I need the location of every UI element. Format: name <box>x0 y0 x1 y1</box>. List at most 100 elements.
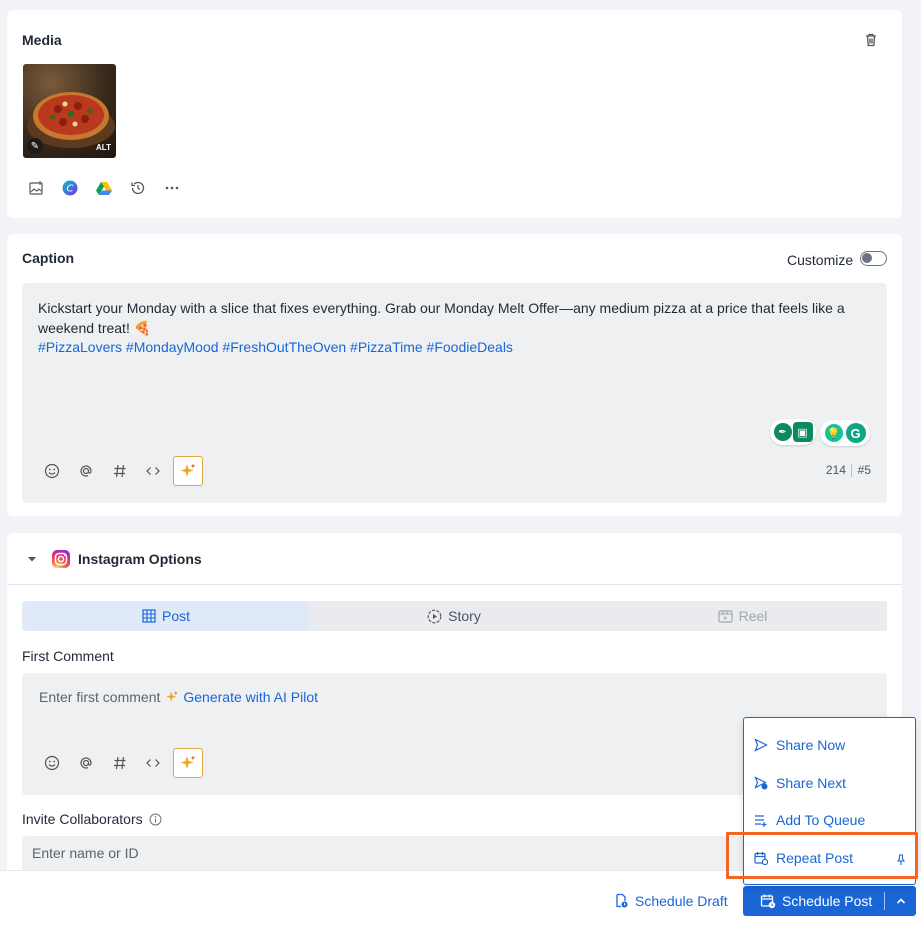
instagram-options-title: Instagram Options <box>78 551 202 567</box>
tab-reel-label: Reel <box>738 608 768 624</box>
media-title: Media <box>22 32 62 48</box>
extension-badges: ✒ ▣ 💡 G <box>770 419 870 447</box>
caption-hashtags: #PizzaLovers #MondayMood #FreshOutTheOve… <box>38 339 513 355</box>
add-to-queue-label: Add To Queue <box>776 812 866 828</box>
media-thumbnail[interactable]: ✎ ALT <box>23 64 116 158</box>
tab-reel[interactable]: Reel <box>599 602 886 630</box>
hashtag-button[interactable] <box>109 752 131 774</box>
emoji-icon <box>44 463 60 479</box>
first-comment-placeholder: Enter first comment <box>39 689 161 705</box>
send-icon <box>754 738 768 752</box>
history-icon <box>131 181 145 195</box>
tab-story[interactable]: Story <box>310 602 598 630</box>
post-type-tabs: Post Story Reel <box>22 601 887 631</box>
schedule-options-toggle[interactable] <box>885 886 916 916</box>
media-card: Media ✎ ALT C <box>7 10 902 218</box>
code-icon <box>146 759 160 767</box>
schedule-post-label: Schedule Post <box>782 893 873 909</box>
invite-input-placeholder: Enter name or ID <box>32 845 139 861</box>
schedule-calendar-icon <box>760 894 776 909</box>
canva-button[interactable]: C <box>59 177 81 199</box>
ai-assist-button[interactable] <box>173 748 203 778</box>
schedule-post-button[interactable]: Schedule Post <box>743 886 884 916</box>
generate-ai-link[interactable]: Generate with AI Pilot <box>183 689 318 705</box>
caption-editor[interactable]: Kickstart your Monday with a slice that … <box>22 283 887 503</box>
google-drive-icon <box>96 182 112 195</box>
trash-icon <box>866 33 876 47</box>
code-button[interactable] <box>142 752 164 774</box>
reel-icon <box>717 609 733 623</box>
invite-collaborators-row: Invite Collaborators <box>22 811 162 827</box>
collapse-caret-icon <box>28 557 36 562</box>
grid-icon <box>142 609 156 623</box>
schedule-draft-button[interactable]: Schedule Draft <box>613 891 728 911</box>
google-drive-button[interactable] <box>93 177 115 199</box>
caption-card: Caption Customize Kickstart your Monday … <box>7 234 902 516</box>
instagram-icon <box>52 550 70 568</box>
hashtag-icon <box>114 464 126 478</box>
schedule-options-menu: Share Now Share Next Add To Queue Repeat… <box>743 717 916 885</box>
grammarly-badge[interactable]: 💡 G <box>820 420 870 446</box>
tab-post-label: Post <box>161 608 190 624</box>
svg-text:C: C <box>67 184 74 195</box>
caption-text[interactable]: Kickstart your Monday with a slice that … <box>38 299 868 358</box>
emoji-button[interactable] <box>41 460 63 482</box>
char-count: 214 <box>825 463 846 477</box>
share-now-label: Share Now <box>776 737 846 753</box>
hashtag-icon <box>114 756 126 770</box>
mention-icon <box>80 757 92 769</box>
menu-item-repeat-post[interactable]: Repeat Post <box>744 840 904 876</box>
pin-icon[interactable] <box>896 854 906 866</box>
hashtag-button[interactable] <box>109 460 131 482</box>
repeat-post-label: Repeat Post <box>776 850 854 866</box>
schedule-draft-label: Schedule Draft <box>635 893 728 909</box>
menu-item-add-to-queue[interactable]: Add To Queue <box>744 802 914 838</box>
code-button[interactable] <box>142 460 164 482</box>
grammarly-icon: G <box>845 423 866 443</box>
upload-image-button[interactable] <box>25 177 47 199</box>
counter-divider <box>851 464 853 478</box>
caption-title: Caption <box>22 250 75 266</box>
mention-button[interactable] <box>75 752 97 774</box>
menu-item-share-now[interactable]: Share Now <box>744 727 914 763</box>
story-icon <box>427 609 442 623</box>
send-clock-icon <box>754 776 768 790</box>
first-comment-placeholder-row: Enter first comment Generate with AI Pil… <box>39 689 318 705</box>
hashtag-count: #5 <box>857 463 871 477</box>
sparkle-icon <box>180 463 196 477</box>
first-comment-label: First Comment <box>22 648 114 664</box>
more-options-button[interactable] <box>161 177 183 199</box>
menu-item-share-next[interactable]: Share Next <box>744 765 914 801</box>
instagram-options-header[interactable]: Instagram Options <box>7 533 902 585</box>
emoji-icon <box>44 755 60 771</box>
chevron-up-icon <box>896 898 905 904</box>
caption-body: Kickstart your Monday with a slice that … <box>38 300 845 336</box>
emoji-button[interactable] <box>41 752 63 774</box>
code-icon <box>146 467 160 475</box>
tab-post[interactable]: Post <box>23 602 309 630</box>
leaf-extension-icon: ✒ <box>773 423 792 441</box>
delete-media-button[interactable] <box>863 32 879 48</box>
schedule-post-split-button: Schedule Post <box>743 886 916 916</box>
tab-story-label: Story <box>448 608 481 624</box>
bot-extension-icon: ▣ <box>792 422 813 442</box>
more-icon <box>165 186 179 190</box>
draft-calendar-icon <box>616 893 628 908</box>
alt-badge[interactable]: ALT <box>96 143 111 152</box>
char-counter: 214 #5 <box>825 463 871 478</box>
ai-assist-button[interactable] <box>173 456 203 486</box>
invite-collaborators-label: Invite Collaborators <box>22 811 143 827</box>
share-next-label: Share Next <box>776 775 847 791</box>
queue-add-icon <box>755 815 767 827</box>
customize-toggle[interactable] <box>860 251 887 266</box>
edit-image-icon[interactable]: ✎ <box>27 138 43 154</box>
sparkle-icon <box>180 755 196 769</box>
extension-badge-left[interactable]: ✒ ▣ <box>770 419 816 445</box>
image-upload-icon <box>29 181 43 195</box>
mention-icon <box>80 465 92 477</box>
info-icon <box>149 813 162 825</box>
canva-icon: C <box>62 180 78 196</box>
bulb-icon: 💡 <box>824 424 843 442</box>
mention-button[interactable] <box>75 460 97 482</box>
history-button[interactable] <box>127 177 149 199</box>
